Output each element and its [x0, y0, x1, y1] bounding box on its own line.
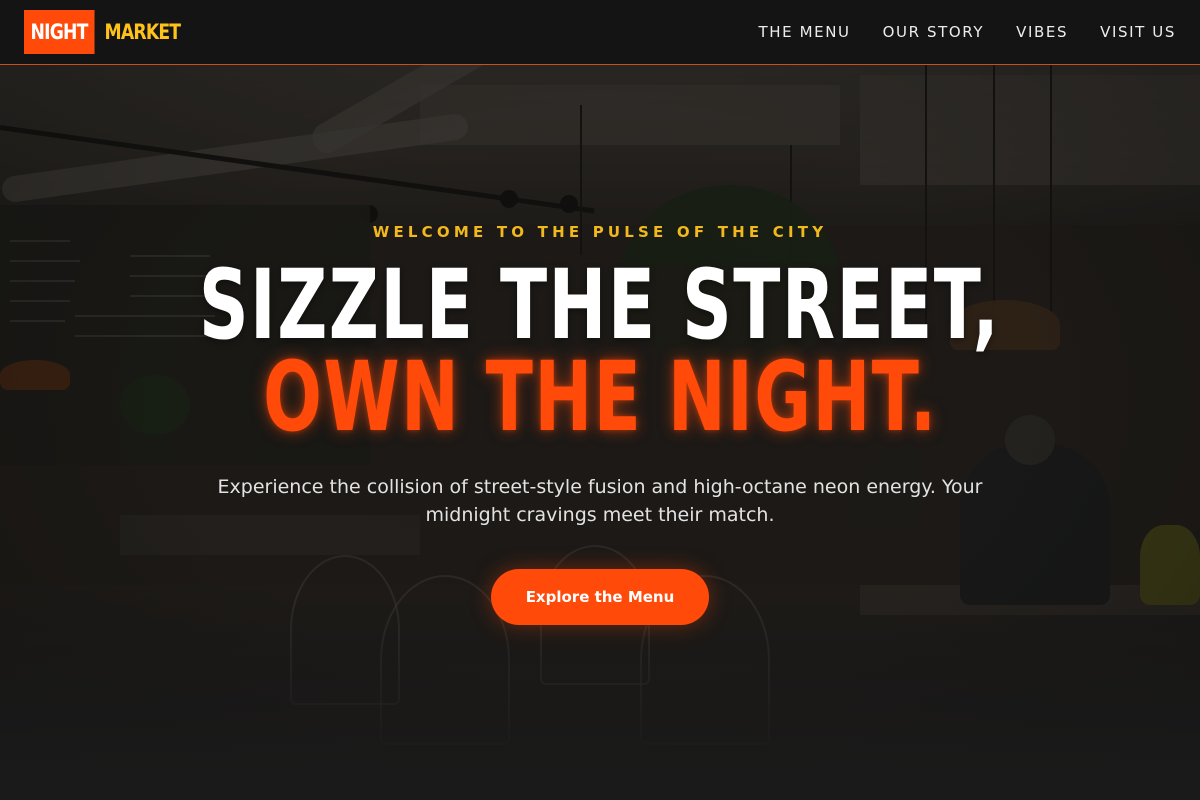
hero-headline-line2: OWN THE NIGHT. [262, 341, 938, 453]
hero-tagline: WELCOME TO THE PULSE OF THE CITY [372, 223, 828, 241]
nav-link-visit-us[interactable]: VISIT US [1100, 23, 1176, 41]
main-nav: THE MENU OUR STORY VIBES VISIT US [759, 23, 1176, 41]
site-logo[interactable]: NIGHT MARKET [24, 10, 198, 54]
hero-headline-line1: SIZZLE THE STREET, [199, 249, 1001, 361]
navbar: NIGHT MARKET THE MENU OUR STORY VIBES VI… [0, 0, 1200, 65]
nav-link-our-story[interactable]: OUR STORY [883, 23, 985, 41]
nav-link-vibes[interactable]: VIBES [1016, 23, 1068, 41]
explore-menu-button[interactable]: Explore the Menu [491, 569, 709, 625]
hero-section: WELCOME TO THE PULSE OF THE CITY SIZZLE … [0, 65, 1200, 800]
logo-night-text: NIGHT [24, 10, 95, 54]
nav-link-the-menu[interactable]: THE MENU [759, 23, 851, 41]
hero-description: Experience the collision of street-style… [217, 476, 983, 526]
logo-market-text: MARKET [104, 20, 180, 44]
hero-content: WELCOME TO THE PULSE OF THE CITY SIZZLE … [0, 65, 1200, 800]
